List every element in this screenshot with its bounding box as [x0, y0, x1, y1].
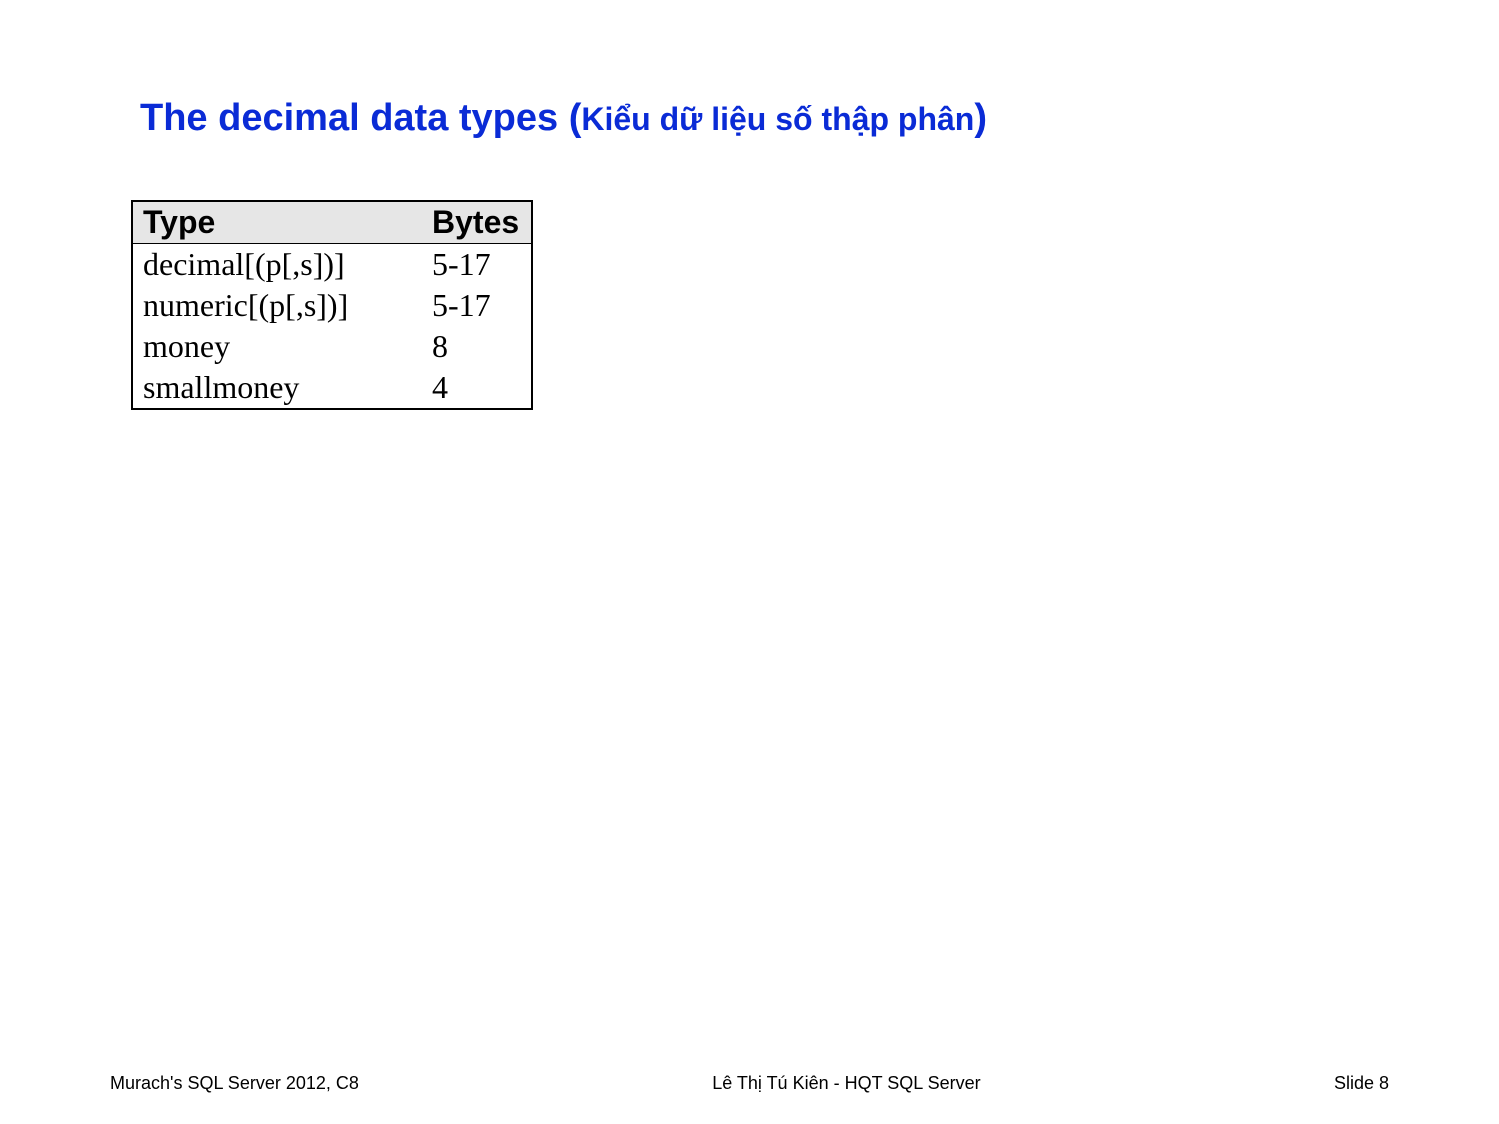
cell-bytes: 5-17	[422, 285, 532, 326]
cell-type: decimal[(p[,s])]	[132, 244, 422, 286]
header-type: Type	[132, 201, 422, 244]
slide-footer: Murach's SQL Server 2012, C8 Lê Thị Tú K…	[0, 1073, 1499, 1094]
title-subtitle: Kiểu dữ liệu số thập phân	[581, 101, 974, 137]
title-paren-close: )	[974, 97, 987, 139]
cell-type: money	[132, 326, 422, 367]
slide-title: The decimal data types (Kiểu dữ liệu số …	[140, 96, 1399, 142]
cell-bytes: 8	[422, 326, 532, 367]
slide: The decimal data types (Kiểu dữ liệu số …	[0, 0, 1499, 1124]
table-row: smallmoney 4	[132, 367, 532, 409]
header-bytes: Bytes	[422, 201, 532, 244]
title-paren-open: (	[569, 97, 582, 139]
cell-type: smallmoney	[132, 367, 422, 409]
data-types-table: Type Bytes decimal[(p[,s])] 5-17 numeric…	[131, 200, 533, 410]
table-row: money 8	[132, 326, 532, 367]
cell-type: numeric[(p[,s])]	[132, 285, 422, 326]
footer-center: Lê Thị Tú Kiên - HQT SQL Server	[712, 1073, 980, 1094]
footer-right: Slide 8	[1334, 1073, 1389, 1094]
table-row: decimal[(p[,s])] 5-17	[132, 244, 532, 286]
footer-left: Murach's SQL Server 2012, C8	[110, 1073, 359, 1094]
table-header-row: Type Bytes	[132, 201, 532, 244]
title-main: The decimal data types	[140, 97, 569, 139]
cell-bytes: 4	[422, 367, 532, 409]
cell-bytes: 5-17	[422, 244, 532, 286]
table-row: numeric[(p[,s])] 5-17	[132, 285, 532, 326]
